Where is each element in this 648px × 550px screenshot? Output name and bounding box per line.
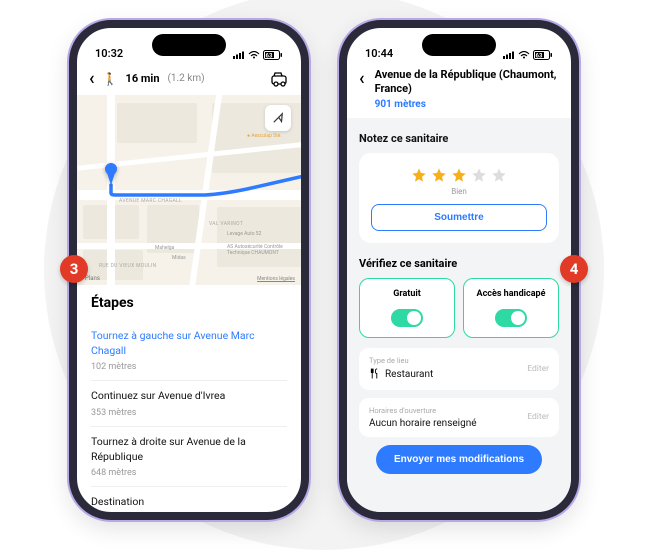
notch <box>422 34 496 56</box>
phone-directions: 10:32 63 ‹ 🚶 16 min (1.2 km) <box>69 20 309 520</box>
status-time: 10:44 <box>365 47 393 60</box>
rate-label: Bien <box>371 187 547 196</box>
star-icon[interactable] <box>431 167 447 183</box>
star-icon[interactable] <box>491 167 507 183</box>
steps-panel: Étapes Tournez à gauche sur Avenue Marc … <box>77 285 301 520</box>
back-icon[interactable]: ‹ <box>359 68 365 110</box>
hours-card: Horaires d'ouverture Aucun horaire rense… <box>359 398 559 437</box>
place-header: ‹ Avenue de la République (Chaumont, Fra… <box>347 62 571 118</box>
star-rating[interactable] <box>371 167 547 183</box>
notch <box>152 34 226 56</box>
place-title: Avenue de la République (Chaumont, Franc… <box>375 68 559 97</box>
edit-link[interactable]: Editer <box>527 364 549 374</box>
place-distance: 901 mètres <box>375 99 559 110</box>
directions-header: ‹ 🚶 16 min (1.2 km) <box>77 62 301 95</box>
star-icon[interactable] <box>471 167 487 183</box>
star-icon[interactable] <box>411 167 427 183</box>
switch-on-icon[interactable] <box>391 309 423 327</box>
locate-button[interactable] <box>265 105 291 131</box>
phone-rating: 10:44 63 ‹ Avenue de la République (Chau… <box>339 20 579 520</box>
rate-section-title: Notez ce sanitaire <box>359 132 559 145</box>
duration: 16 min <box>126 72 160 85</box>
steps-title: Étapes <box>91 295 287 311</box>
status-time: 10:32 <box>95 47 123 60</box>
place-type-card: Type de lieu Restaurant Editer <box>359 348 559 390</box>
walk-icon: 🚶 <box>103 72 118 86</box>
send-modifications-button[interactable]: Envoyer mes modifications <box>376 445 542 474</box>
step-badge-4: 4 <box>560 255 588 283</box>
star-icon[interactable] <box>451 167 467 183</box>
street-label: VAL VARINOT <box>209 221 243 227</box>
toggle-free[interactable]: Gratuit <box>359 278 455 338</box>
submit-rating-button[interactable]: Soumettre <box>371 204 547 231</box>
step-item[interactable]: Tournez à droite sur Avenue de la Républ… <box>91 427 287 487</box>
status-indicators: 63 <box>503 50 553 60</box>
back-icon[interactable]: ‹ <box>89 68 95 89</box>
street-label: RUE DU VIEUX MOULIN <box>99 263 157 269</box>
svg-text:63: 63 <box>536 53 543 60</box>
map[interactable]: AVENUE MARC CHAGALL VAL VARINOT RUE DU V… <box>77 95 301 285</box>
rate-card: Bien Soumettre <box>359 153 559 243</box>
verify-section-title: Vérifiez ce sanitaire <box>359 257 559 270</box>
legal-link[interactable]: Mentions légales <box>257 276 295 282</box>
toggle-accessible[interactable]: Accès handicapé <box>463 278 559 338</box>
step-item[interactable]: Continuez sur Avenue d'Ivrea 353 mètres <box>91 381 287 427</box>
report-icon[interactable] <box>271 71 289 87</box>
map-pin-icon <box>105 167 117 185</box>
distance: (1.2 km) <box>168 73 205 84</box>
restaurant-icon <box>369 368 380 382</box>
step-item[interactable]: Destination 80 mètres <box>91 487 287 520</box>
status-indicators: 63 <box>233 50 283 60</box>
step-item[interactable]: Tournez à gauche sur Avenue Marc Chagall… <box>91 321 287 381</box>
edit-link[interactable]: Editer <box>527 412 549 422</box>
step-badge-3: 3 <box>60 255 88 283</box>
switch-on-icon[interactable] <box>495 309 527 327</box>
svg-text:63: 63 <box>266 53 273 60</box>
street-label: AVENUE MARC CHAGALL <box>119 198 182 204</box>
